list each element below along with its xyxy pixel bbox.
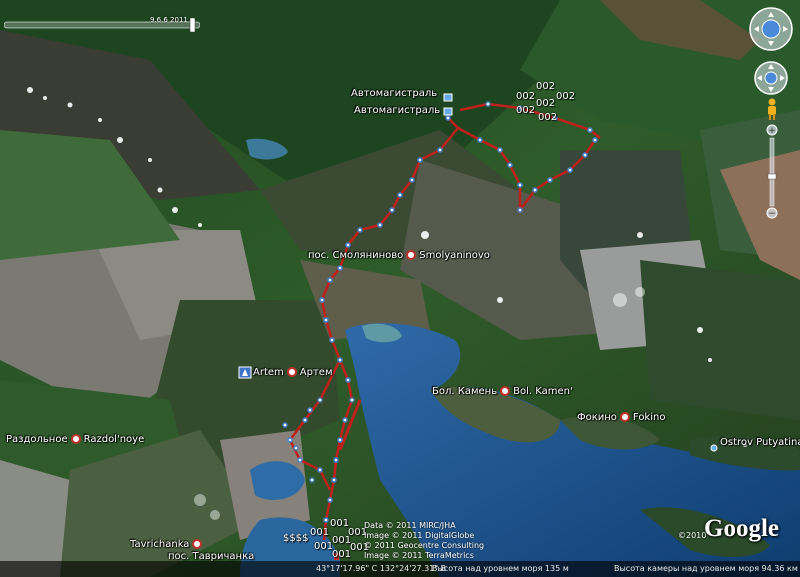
status-bar: 43°17'17.96" С 132°24'27.31" В Высота на… [0,561,800,577]
credit-line: Data © 2011 MIRC/JHA [364,521,456,530]
place-dot-icon [286,367,297,377]
waypoint-label[interactable]: 001 [332,535,351,546]
move-icon [754,61,788,95]
bol-kamen-label[interactable]: Бол. Камень Bol. Kamen' [432,386,573,397]
place-dot-icon [70,434,81,444]
eye-altitude: Высота камеры над уровнем моря 94.36 км [614,564,798,573]
tavrichanka-label[interactable]: Tavrichanka [130,539,205,550]
highway-label-2: Автомагистраль [354,105,441,116]
timebar-date: 9.6.6 2011 [150,16,188,24]
credit-line: © 2011 Geocentre Consulting [364,541,485,550]
svg-text:+: + [768,126,776,136]
credit-line: Image © 2011 TerraMetrics [364,551,474,560]
ground-elevation: Высота над уровнем моря 135 м [432,564,569,573]
imagery-credits: Data © 2011 MIRC/JHA Image © 2011 Digita… [364,521,484,561]
waypoint-label[interactable]: 001 [330,518,349,529]
bol-kamen-en: Bol. Kamen' [513,386,573,397]
place-dot-icon [619,412,630,422]
waypoint-label[interactable]: 002 [516,91,535,102]
zoom-slider-graphic: + − [766,124,778,219]
fokino-en: Fokino [632,412,666,423]
svg-text:−: − [768,209,776,219]
razdolnoye-label[interactable]: Раздольное Razdol'noye [6,434,144,445]
pegman-icon[interactable] [765,98,779,120]
fokino-label[interactable]: Фокино Fokino [577,412,665,423]
waypoint-label[interactable]: 002 [536,81,555,92]
look-icon [749,7,793,51]
waypoint-label[interactable]: 001 [314,541,333,552]
artem-ru: Артем [299,367,333,378]
waypoint-label[interactable]: 001 [310,527,329,538]
zoom-slider[interactable]: + − [766,124,778,220]
google-logo: Google [704,515,779,542]
artem-en: Artem [253,367,284,378]
razdolnoye-ru: Раздольное [6,434,68,445]
smolyaninovo-ru: пос. Смоляниново [308,250,404,261]
fokino-ru: Фокино [577,412,617,423]
highway-label-1: Автомагистраль [351,88,438,99]
razdolnoye-en: Razdol'noye [83,434,145,445]
map-imagery [0,0,800,577]
waypoint-label-dollar[interactable]: $$$$ [283,533,308,544]
waypoint-label[interactable]: 002 [538,112,557,123]
smolyaninovo-en: Smolyaninovo [419,250,490,261]
move-joystick[interactable] [753,60,789,96]
look-joystick[interactable] [748,6,794,52]
waypoint-label[interactable]: 002 [516,105,535,116]
place-dot-icon [500,386,511,396]
waypoint-label[interactable]: 002 [536,98,555,109]
place-dot-icon [192,539,203,549]
tavrichanka-en: Tavrichanka [130,539,190,550]
cursor-coordinates: 43°17'17.96" С 132°24'27.31" В [316,564,447,573]
putyatina-label[interactable]: Ostrov Putyatina [720,437,800,448]
satellite-map[interactable]: Автомагистраль Автомагистраль пос. Смоля… [0,0,800,577]
logo-year: ©2010 [678,531,707,540]
smolyaninovo-label[interactable]: пос. Смоляниново Smolyaninovo [308,250,490,261]
artem-label[interactable]: Artem Артем [253,367,333,378]
waypoint-label[interactable]: 002 [556,91,575,102]
bol-kamen-ru: Бол. Камень [432,386,498,397]
place-dot-icon [406,250,417,260]
street-view-icon [768,98,776,120]
waypoint-label[interactable]: 001 [332,549,351,560]
credit-line: Image © 2011 DigitalGlobe [364,531,475,540]
